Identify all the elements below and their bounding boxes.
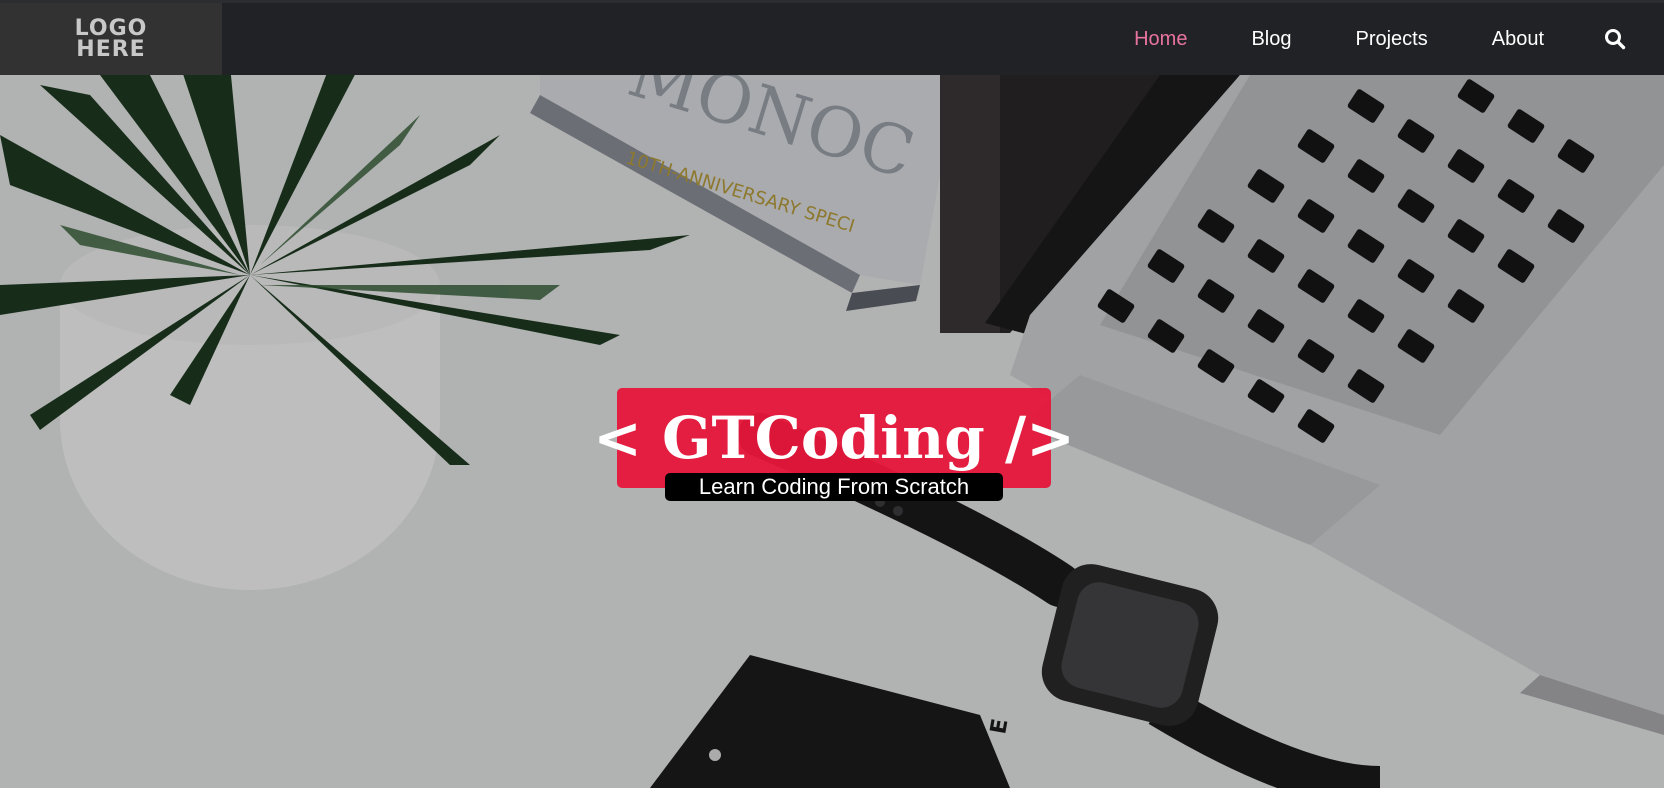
nav-item-home[interactable]: Home <box>1134 28 1187 51</box>
logo[interactable]: LOGO HERE <box>0 3 222 75</box>
nav-item-blog[interactable]: Blog <box>1251 28 1291 51</box>
hero-section: MONOC 10TH-ANNIVERSARY SPECI E < GTCodin… <box>0 75 1664 788</box>
logo-line-2: HERE <box>76 37 146 62</box>
navbar: LOGO HERE Home Blog Projects About <box>0 0 1664 75</box>
nav-item-about[interactable]: About <box>1492 28 1544 51</box>
nav-item-projects[interactable]: Projects <box>1355 28 1427 51</box>
nav-menu: Home Blog Projects About <box>1070 3 1664 75</box>
hero-tagline: Learn Coding From Scratch <box>665 473 1003 501</box>
search-icon[interactable] <box>1604 28 1626 50</box>
logo-line-1: LOGO <box>74 16 148 41</box>
